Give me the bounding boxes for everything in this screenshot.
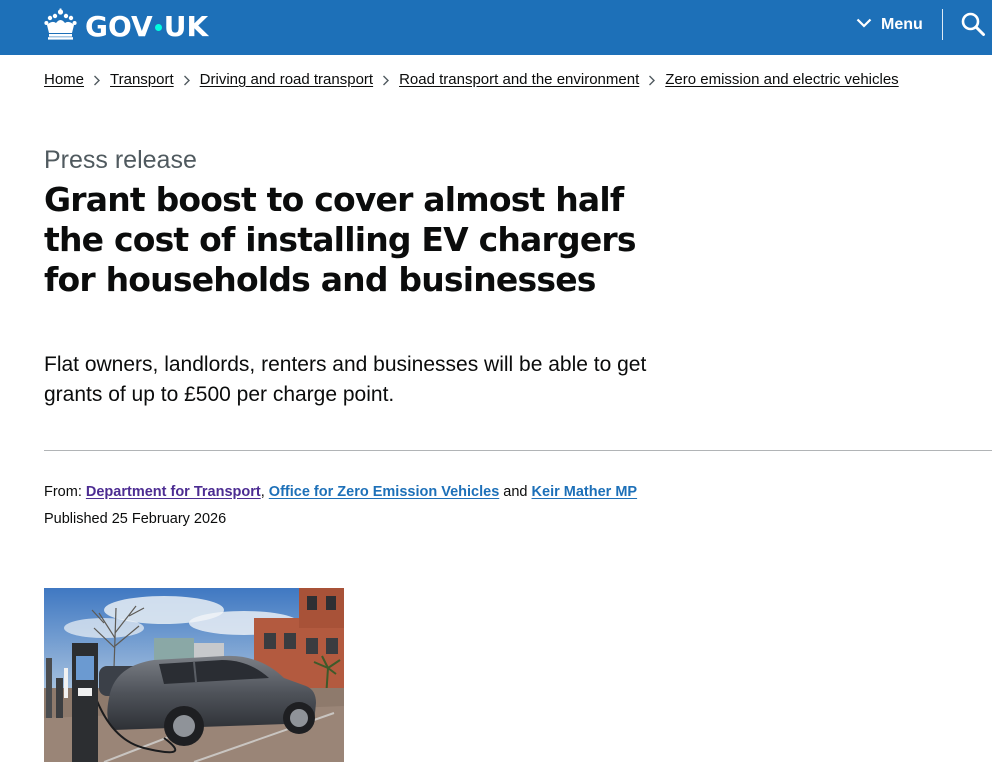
chevron-right-icon bbox=[373, 72, 399, 87]
org-link-dft[interactable]: Department for Transport bbox=[86, 484, 261, 500]
org-link-ozev[interactable]: Office for Zero Emission Vehicles bbox=[269, 484, 499, 500]
header-divider bbox=[942, 9, 943, 40]
breadcrumb: Home Transport Driving and road transpor… bbox=[44, 71, 899, 88]
chevron-right-icon bbox=[84, 72, 110, 87]
metadata-from: From: Department for Transport, Office f… bbox=[44, 484, 637, 500]
govuk-logo-link[interactable]: GOV UK bbox=[44, 6, 208, 46]
published-label: Published bbox=[44, 511, 108, 527]
section-divider bbox=[44, 450, 992, 451]
from-label: From: bbox=[44, 484, 82, 500]
page-title: Grant boost to cover almost half the cos… bbox=[44, 180, 637, 299]
menu-button-label: Menu bbox=[881, 16, 923, 33]
page-caption: Press release bbox=[44, 146, 197, 174]
breadcrumb-zero-emission[interactable]: Zero emission and electric vehicles bbox=[665, 71, 898, 88]
search-icon bbox=[960, 12, 986, 41]
separator-comma: , bbox=[260, 484, 265, 500]
metadata-published: Published 25 February 2026 bbox=[44, 511, 226, 527]
org-link-minister[interactable]: Keir Mather MP bbox=[532, 484, 638, 500]
govuk-logo-text: GOV UK bbox=[85, 10, 208, 43]
lead-paragraph: Flat owners, landlords, renters and busi… bbox=[44, 353, 647, 406]
breadcrumb-environment[interactable]: Road transport and the environment bbox=[399, 71, 639, 88]
chevron-right-icon bbox=[174, 72, 200, 87]
chevron-down-icon bbox=[856, 16, 881, 34]
breadcrumb-transport[interactable]: Transport bbox=[110, 71, 174, 88]
site-header: GOV UK Menu bbox=[0, 0, 992, 55]
logo-text-uk: UK bbox=[163, 9, 209, 43]
published-date: 25 February 2026 bbox=[111, 511, 227, 527]
logo-text-gov: GOV bbox=[85, 9, 153, 43]
search-button[interactable] bbox=[960, 11, 986, 37]
chevron-right-icon bbox=[639, 72, 665, 87]
breadcrumb-home[interactable]: Home bbox=[44, 71, 84, 88]
car-charging-photo bbox=[44, 588, 344, 762]
breadcrumb-driving[interactable]: Driving and road transport bbox=[200, 71, 373, 88]
logo-dot bbox=[154, 23, 162, 31]
crown-icon bbox=[44, 8, 85, 45]
separator-and: and bbox=[503, 484, 528, 500]
menu-button[interactable]: Menu bbox=[856, 12, 923, 38]
